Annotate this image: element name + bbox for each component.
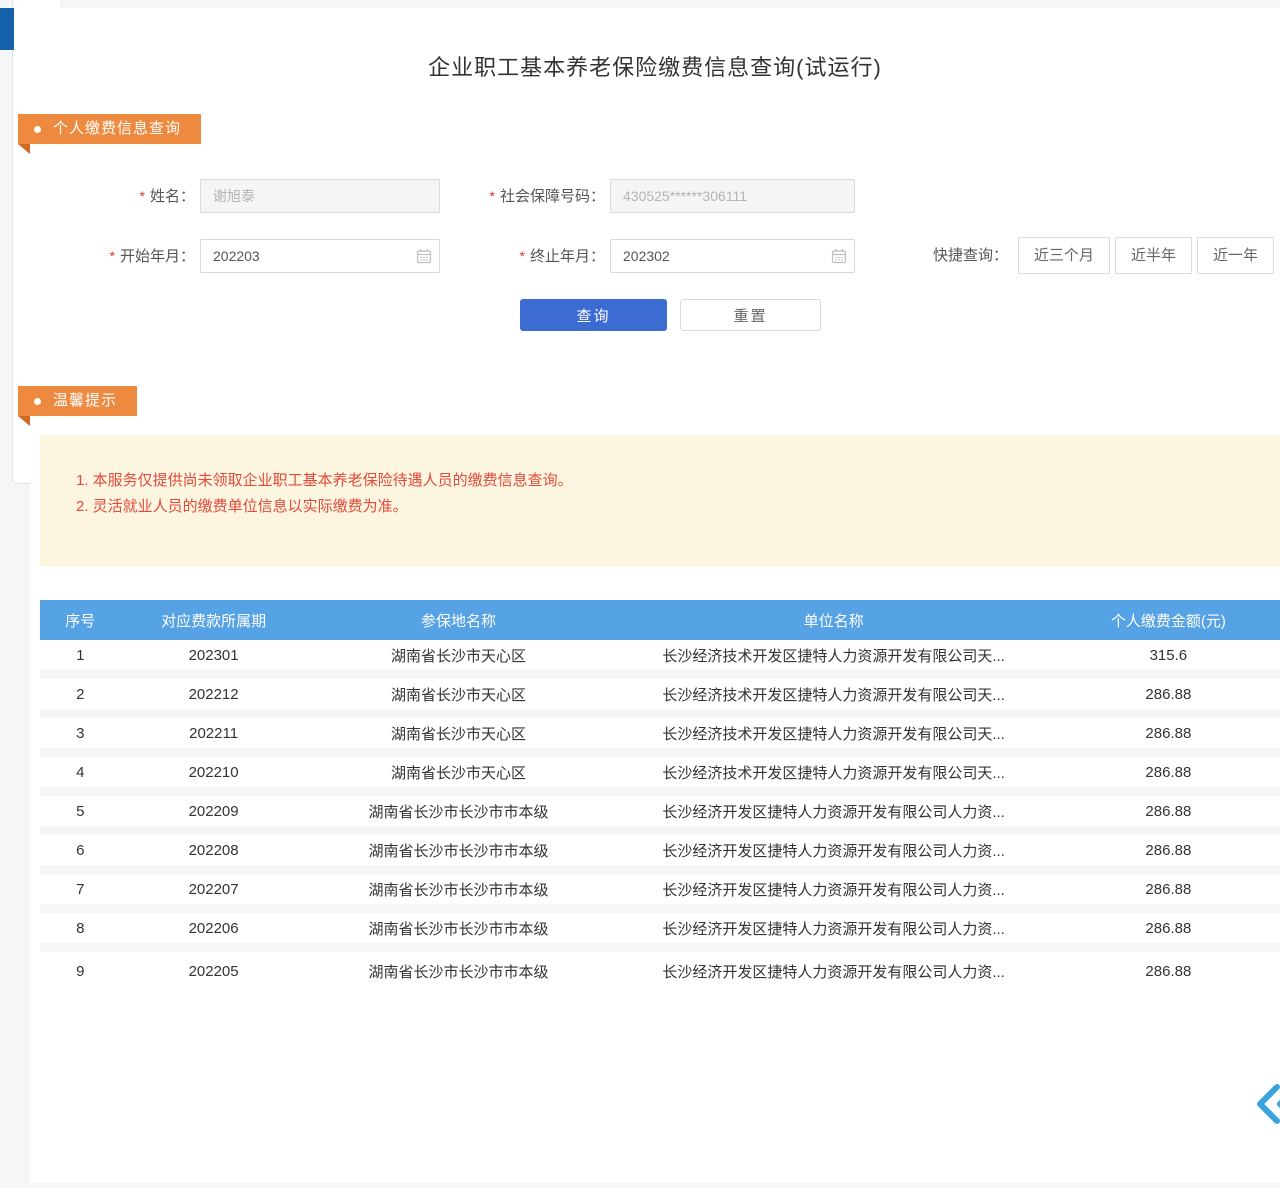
ribbon-fold bbox=[18, 416, 30, 426]
table-cell: 2 bbox=[40, 686, 121, 703]
section-tag-personal-payment-query: 个人缴费信息查询 bbox=[18, 114, 201, 144]
pension-query-page: { "page": { "title": "企业职工基本养老保险缴费信息查询(试… bbox=[0, 0, 1280, 1188]
table-row: 6202208湖南省长沙市长沙市市本级长沙经济开发区捷特人力资源开发有限公司人力… bbox=[40, 835, 1280, 874]
table-cell: 286.88 bbox=[1057, 963, 1280, 980]
table-cell: 长沙经济技术开发区捷特人力资源开发有限公司天... bbox=[610, 723, 1056, 744]
table-cell: 202211 bbox=[121, 725, 307, 742]
tips-notice-box: 1. 本服务仅提供尚未领取企业职工基本养老保险待遇人员的缴费信息查询。 2. 灵… bbox=[40, 435, 1280, 566]
required-mark: * bbox=[110, 248, 115, 264]
table-cell: 286.88 bbox=[1057, 764, 1280, 781]
section-tag-label: 个人缴费信息查询 bbox=[53, 114, 181, 144]
table-cell: 5 bbox=[40, 803, 121, 820]
table-cell: 长沙经济技术开发区捷特人力资源开发有限公司天... bbox=[610, 645, 1056, 666]
table-cell: 长沙经济开发区捷特人力资源开发有限公司人力资... bbox=[610, 840, 1056, 861]
table-cell: 长沙经济开发区捷特人力资源开发有限公司人力资... bbox=[610, 961, 1056, 982]
ssn-field[interactable] bbox=[610, 179, 855, 213]
start-month-label: *开始年月： bbox=[80, 239, 195, 273]
reset-button[interactable]: 重置 bbox=[680, 299, 821, 331]
table-cell: 202208 bbox=[121, 842, 307, 859]
header-personal-amount: 个人缴费金额(元) bbox=[1057, 610, 1280, 631]
table-cell: 286.88 bbox=[1057, 725, 1280, 742]
required-mark: * bbox=[140, 188, 145, 204]
table-cell: 286.88 bbox=[1057, 842, 1280, 859]
table-cell: 长沙经济技术开发区捷特人力资源开发有限公司天... bbox=[610, 684, 1056, 705]
table-cell: 6 bbox=[40, 842, 121, 859]
query-button[interactable]: 查询 bbox=[520, 299, 667, 331]
side-tab[interactable] bbox=[0, 8, 14, 50]
table-cell: 长沙经济开发区捷特人力资源开发有限公司人力资... bbox=[610, 918, 1056, 939]
bullet-dot-icon bbox=[34, 398, 41, 405]
quick-query-group: 近三个月 近半年 近一年 bbox=[1018, 237, 1274, 274]
section-tag-tips: 温馨提示 bbox=[18, 386, 137, 416]
table-cell: 7 bbox=[40, 881, 121, 898]
table-cell: 4 bbox=[40, 764, 121, 781]
table-row: 2202212湖南省长沙市天心区长沙经济技术开发区捷特人力资源开发有限公司天..… bbox=[40, 679, 1280, 718]
quick-btn-last-year[interactable]: 近一年 bbox=[1197, 237, 1274, 274]
table-cell: 湖南省长沙市长沙市市本级 bbox=[307, 918, 611, 939]
table-row: 9202205湖南省长沙市长沙市市本级长沙经济开发区捷特人力资源开发有限公司人力… bbox=[40, 952, 1280, 991]
header-fee-period: 对应费款所属期 bbox=[121, 610, 307, 631]
table-header-row: 序号 对应费款所属期 参保地名称 单位名称 个人缴费金额(元) bbox=[40, 600, 1280, 640]
table-cell: 长沙经济开发区捷特人力资源开发有限公司人力资... bbox=[610, 879, 1056, 900]
section-tag-label: 温馨提示 bbox=[53, 386, 117, 416]
start-month-field[interactable] bbox=[200, 239, 440, 273]
table-cell: 湖南省长沙市天心区 bbox=[307, 684, 611, 705]
ssn-label: *社会保障号码： bbox=[450, 179, 605, 213]
table-cell: 202205 bbox=[121, 963, 307, 980]
payment-results-table: 序号 对应费款所属期 参保地名称 单位名称 个人缴费金额(元) 1202301湖… bbox=[40, 600, 1280, 991]
bullet-dot-icon bbox=[34, 126, 41, 133]
end-month-label: *终止年月： bbox=[450, 239, 605, 273]
table-cell: 202207 bbox=[121, 881, 307, 898]
collapse-panel-control[interactable] bbox=[1252, 1083, 1280, 1125]
table-cell: 湖南省长沙市长沙市市本级 bbox=[307, 840, 611, 861]
table-cell: 长沙经济技术开发区捷特人力资源开发有限公司天... bbox=[610, 762, 1056, 783]
table-cell: 8 bbox=[40, 920, 121, 937]
table-row: 8202206湖南省长沙市长沙市市本级长沙经济开发区捷特人力资源开发有限公司人力… bbox=[40, 913, 1280, 952]
table-cell: 286.88 bbox=[1057, 881, 1280, 898]
table-row: 5202209湖南省长沙市长沙市市本级长沙经济开发区捷特人力资源开发有限公司人力… bbox=[40, 796, 1280, 835]
table-cell: 286.88 bbox=[1057, 803, 1280, 820]
quick-query-label: 快捷查询： bbox=[933, 239, 1008, 273]
name-label: *姓名： bbox=[80, 179, 195, 213]
table-cell: 湖南省长沙市天心区 bbox=[307, 723, 611, 744]
table-cell: 202301 bbox=[121, 647, 307, 664]
quick-btn-last-3-months[interactable]: 近三个月 bbox=[1018, 237, 1110, 274]
header-seq-no: 序号 bbox=[40, 610, 121, 631]
tips-notice-text: 1. 本服务仅提供尚未领取企业职工基本养老保险待遇人员的缴费信息查询。 2. 灵… bbox=[76, 468, 573, 520]
table-body: 1202301湖南省长沙市天心区长沙经济技术开发区捷特人力资源开发有限公司天..… bbox=[40, 640, 1280, 991]
page-title: 企业职工基本养老保险缴费信息查询(试运行) bbox=[30, 50, 1280, 82]
table-cell: 湖南省长沙市长沙市市本级 bbox=[307, 961, 611, 982]
header-unit-name: 单位名称 bbox=[610, 610, 1056, 631]
table-cell: 202206 bbox=[121, 920, 307, 937]
table-row: 3202211湖南省长沙市天心区长沙经济技术开发区捷特人力资源开发有限公司天..… bbox=[40, 718, 1280, 757]
table-cell: 202212 bbox=[121, 686, 307, 703]
tips-line: 2. 灵活就业人员的缴费单位信息以实际缴费为准。 bbox=[76, 494, 573, 520]
ribbon-fold bbox=[18, 144, 30, 154]
name-field[interactable] bbox=[200, 179, 440, 213]
end-month-field[interactable] bbox=[610, 239, 855, 273]
table-cell: 湖南省长沙市长沙市市本级 bbox=[307, 879, 611, 900]
double-chevron-left-icon bbox=[1252, 1083, 1280, 1125]
required-mark: * bbox=[490, 188, 495, 204]
table-cell: 长沙经济开发区捷特人力资源开发有限公司人力资... bbox=[610, 801, 1056, 822]
table-cell: 315.6 bbox=[1057, 647, 1280, 664]
table-cell: 286.88 bbox=[1057, 686, 1280, 703]
required-mark: * bbox=[520, 248, 525, 264]
main-panel: 企业职工基本养老保险缴费信息查询(试运行) 个人缴费信息查询 *姓名： *社会保… bbox=[30, 8, 1280, 1183]
tips-line: 1. 本服务仅提供尚未领取企业职工基本养老保险待遇人员的缴费信息查询。 bbox=[76, 468, 573, 494]
table-row: 4202210湖南省长沙市天心区长沙经济技术开发区捷特人力资源开发有限公司天..… bbox=[40, 757, 1280, 796]
table-cell: 1 bbox=[40, 647, 121, 664]
table-cell: 202210 bbox=[121, 764, 307, 781]
table-cell: 湖南省长沙市长沙市市本级 bbox=[307, 801, 611, 822]
table-cell: 286.88 bbox=[1057, 920, 1280, 937]
table-cell: 202209 bbox=[121, 803, 307, 820]
table-row: 7202207湖南省长沙市长沙市市本级长沙经济开发区捷特人力资源开发有限公司人力… bbox=[40, 874, 1280, 913]
table-cell: 湖南省长沙市天心区 bbox=[307, 645, 611, 666]
table-cell: 湖南省长沙市天心区 bbox=[307, 762, 611, 783]
table-row: 1202301湖南省长沙市天心区长沙经济技术开发区捷特人力资源开发有限公司天..… bbox=[40, 640, 1280, 679]
table-cell: 3 bbox=[40, 725, 121, 742]
table-cell: 9 bbox=[40, 963, 121, 980]
quick-btn-last-half-year[interactable]: 近半年 bbox=[1115, 237, 1192, 274]
header-insured-place: 参保地名称 bbox=[307, 610, 611, 631]
